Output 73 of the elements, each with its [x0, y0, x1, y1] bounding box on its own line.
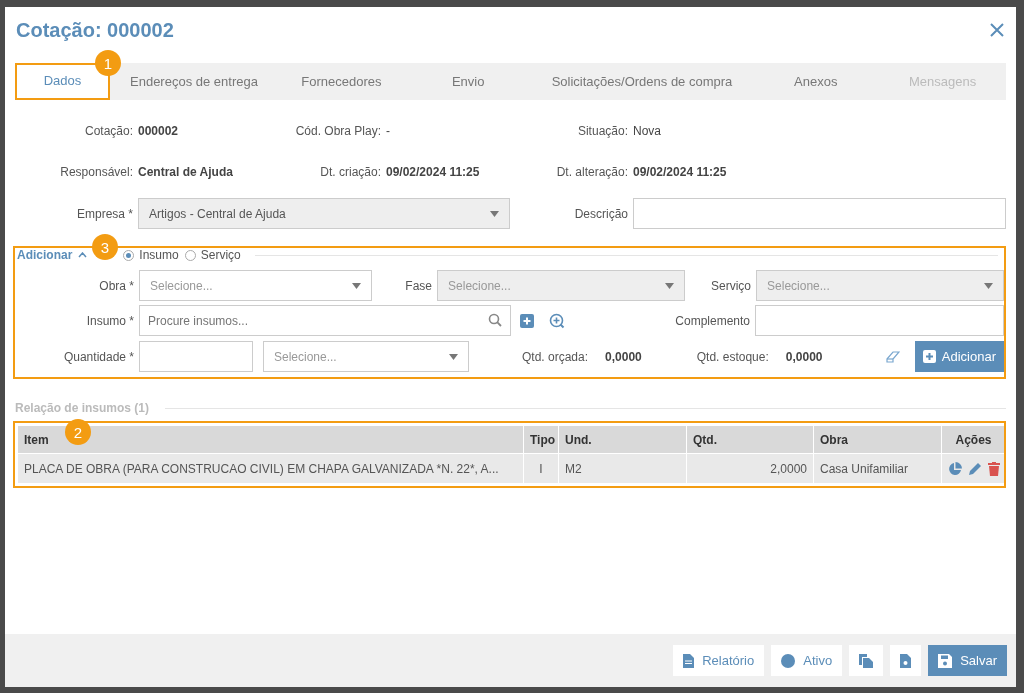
table-cell: 2,0000: [686, 453, 814, 484]
tab[interactable]: Envio: [404, 63, 532, 100]
field-label: Qtd. estoque:: [696, 349, 769, 364]
field-value: Nova: [633, 124, 662, 138]
column-header: Qtd.: [686, 425, 814, 454]
add-button[interactable]: Adicionar: [914, 341, 1004, 372]
file-icon[interactable]: [890, 645, 922, 676]
footer-button[interactable]: Salvar: [928, 645, 1007, 676]
trash-icon[interactable]: [987, 461, 1000, 476]
field-label: Descrição: [573, 206, 628, 221]
zoom-in-icon[interactable]: [549, 312, 565, 329]
field-label: Serviço: [710, 278, 752, 293]
field-label: Obra *: [98, 278, 134, 293]
field-value: 0,0000: [785, 349, 823, 364]
section-title[interactable]: Adicionar: [17, 248, 73, 262]
field-label: Cotação:: [83, 124, 133, 138]
step-badge: 3: [92, 234, 118, 260]
radio-label: Insumo: [139, 248, 179, 262]
field-label: Situação:: [576, 124, 628, 138]
caret-icon[interactable]: [352, 282, 362, 289]
eraser-icon[interactable]: [885, 350, 900, 363]
quantity-input[interactable]: [139, 341, 253, 372]
search-icon[interactable]: [488, 313, 502, 327]
circle-icon: [781, 653, 796, 668]
footer-button[interactable]: Ativo: [771, 645, 843, 676]
field-value: 0,0000: [605, 349, 642, 364]
field-label: Quantidade *: [62, 349, 134, 364]
table-cell: Casa Unifamiliar: [813, 453, 942, 484]
tab[interactable]: Solicitações/Ordens de compra: [531, 63, 753, 100]
section-title: Relação de insumos (1): [15, 401, 150, 415]
caret-icon[interactable]: [449, 353, 458, 360]
company-select[interactable]: Artigos - Central de Ajuda: [138, 198, 510, 229]
column-header: Tipo: [523, 425, 559, 454]
field-label: Insumo *: [85, 313, 134, 328]
field-label: Fase: [404, 278, 433, 293]
select-field[interactable]: Selecione...: [139, 270, 373, 301]
field-label: Dt. criação:: [319, 165, 381, 179]
field-label: Responsável:: [59, 165, 133, 179]
close-icon[interactable]: [990, 23, 1004, 37]
field-label: Qtd. orçada:: [522, 349, 589, 364]
field-label: Complemento: [674, 313, 750, 328]
pie-chart-icon[interactable]: [947, 461, 962, 476]
column-header: Und.: [558, 425, 687, 454]
dialog-title: Cotação: 000002: [16, 18, 174, 42]
field-value: -: [386, 124, 391, 138]
column-header: Ações: [941, 425, 1006, 454]
step-badge: 1: [95, 50, 121, 76]
field-label: Cód. Obra Play:: [294, 124, 381, 138]
field-value: 09/02/2024 11:25: [633, 165, 728, 179]
radio-label: Serviço: [200, 248, 241, 262]
table-cell: M2: [558, 453, 687, 484]
search-field[interactable]: Procure insumos...: [139, 305, 511, 336]
field-label: Dt. alteração:: [555, 165, 628, 179]
unit-select[interactable]: Selecione...: [263, 341, 469, 372]
document-icon: [683, 653, 695, 668]
column-header: Obra: [813, 425, 942, 454]
field-value: Central de Ajuda: [138, 165, 234, 179]
field-value: 09/02/2024 11:25: [386, 165, 481, 179]
pencil-icon[interactable]: [967, 461, 982, 476]
field-label: Empresa *: [75, 206, 133, 221]
description-input[interactable]: [633, 198, 1006, 229]
plus-icon: [922, 350, 936, 363]
tab[interactable]: Anexos: [752, 63, 880, 100]
step-badge: 2: [65, 419, 91, 445]
footer-button[interactable]: Relatório: [673, 645, 765, 676]
table-cell: PLACA DE OBRA (PARA CONSTRUCAO CIVIL) EM CHAPA GALVANIZADA *N. 22*, A...: [17, 453, 524, 484]
copy-icon[interactable]: [849, 645, 884, 676]
field-value: 000002: [138, 124, 180, 138]
add-icon[interactable]: [520, 313, 534, 328]
caret-icon[interactable]: [490, 210, 499, 217]
tab[interactable]: Fornecedores: [277, 63, 405, 100]
chevron-icon[interactable]: [78, 252, 88, 258]
complement-input[interactable]: [755, 305, 1004, 336]
